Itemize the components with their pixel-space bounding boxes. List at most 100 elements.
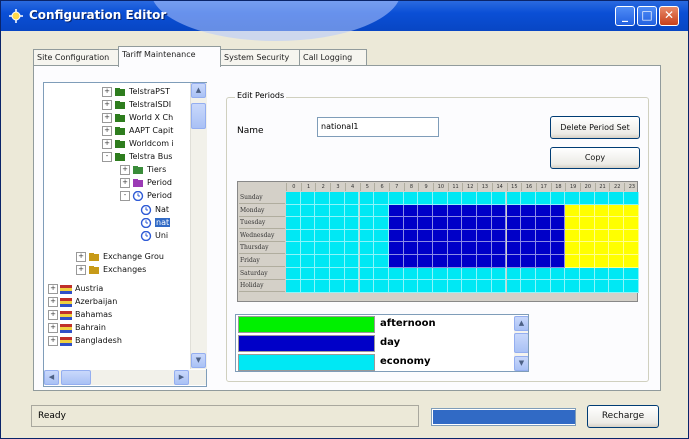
period-cell[interactable] <box>403 204 419 218</box>
period-cell[interactable] <box>550 192 566 205</box>
period-cell[interactable] <box>624 280 639 293</box>
tab-site-configuration[interactable]: Site Configuration <box>33 49 119 66</box>
tree-item[interactable]: + Exchange Grou <box>76 250 164 263</box>
expand-icon[interactable]: + <box>48 335 58 346</box>
scroll-thumb[interactable] <box>191 103 206 129</box>
period-cell[interactable] <box>359 204 375 218</box>
period-cell[interactable] <box>433 192 448 205</box>
period-cell[interactable] <box>447 255 463 268</box>
period-cell[interactable] <box>418 229 433 243</box>
period-cell[interactable] <box>330 229 345 243</box>
period-cell[interactable] <box>388 280 404 293</box>
period-cell[interactable] <box>580 255 595 268</box>
period-cell[interactable] <box>403 217 419 230</box>
period-cell[interactable] <box>433 217 448 230</box>
period-cell[interactable] <box>359 192 375 205</box>
period-cell[interactable] <box>330 204 345 218</box>
tree-item[interactable]: + Period <box>120 176 172 189</box>
period-cell[interactable] <box>344 229 360 243</box>
period-cell[interactable] <box>594 192 610 205</box>
period-cell[interactable] <box>418 192 433 205</box>
expand-icon[interactable]: + <box>102 125 112 136</box>
period-cell[interactable] <box>550 280 566 293</box>
period-cell[interactable] <box>403 242 419 255</box>
period-cell[interactable] <box>315 267 331 281</box>
period-cell[interactable] <box>609 242 625 255</box>
period-cell[interactable] <box>535 242 551 255</box>
period-list-item[interactable]: afternoon <box>237 316 513 334</box>
tree-item[interactable]: + TelstraPST <box>102 85 170 98</box>
collapse-icon[interactable]: - <box>120 190 130 201</box>
period-cell[interactable] <box>609 280 625 293</box>
period-cell[interactable] <box>506 267 522 281</box>
period-cell[interactable] <box>609 192 625 205</box>
period-cell[interactable] <box>374 255 389 268</box>
period-cell[interactable] <box>359 242 375 255</box>
period-cell[interactable] <box>286 242 301 255</box>
list-scroll-thumb[interactable] <box>514 333 528 353</box>
period-cell[interactable] <box>300 267 316 281</box>
tree-item[interactable]: + Tiers <box>120 163 166 176</box>
period-cell[interactable] <box>594 267 610 281</box>
period-cell[interactable] <box>388 204 404 218</box>
period-cell[interactable] <box>403 267 419 281</box>
period-cell[interactable] <box>462 229 478 243</box>
recharge-button[interactable]: Recharge <box>587 405 659 428</box>
period-list-scrollbar[interactable]: ▲ ▼ <box>514 316 528 371</box>
period-cell[interactable] <box>315 217 331 230</box>
scroll-left-button[interactable]: ◀ <box>44 370 59 385</box>
period-cell[interactable] <box>491 242 507 255</box>
period-cell[interactable] <box>580 229 595 243</box>
period-cell[interactable] <box>447 204 463 218</box>
tree-item[interactable]: + TelstraISDI <box>102 98 171 111</box>
period-cell[interactable] <box>580 280 595 293</box>
period-cell[interactable] <box>521 192 536 205</box>
hscroll-thumb[interactable] <box>61 370 91 385</box>
period-cell[interactable] <box>521 217 536 230</box>
title-bar[interactable]: Configuration Editor _ □ ✕ <box>1 1 688 41</box>
period-cell[interactable] <box>374 217 389 230</box>
period-cell[interactable] <box>477 204 492 218</box>
period-cell[interactable] <box>594 229 610 243</box>
period-cell[interactable] <box>286 204 301 218</box>
scroll-up-button[interactable]: ▲ <box>191 83 206 98</box>
period-cell[interactable] <box>535 267 551 281</box>
period-cell[interactable] <box>447 229 463 243</box>
scroll-down-button[interactable]: ▼ <box>191 353 206 368</box>
period-cell[interactable] <box>462 242 478 255</box>
period-cell[interactable] <box>344 280 360 293</box>
period-cell[interactable] <box>330 192 345 205</box>
period-cell[interactable] <box>286 267 301 281</box>
period-cell[interactable] <box>447 217 463 230</box>
period-cell[interactable] <box>300 192 316 205</box>
period-cell[interactable] <box>315 242 331 255</box>
minimize-button[interactable]: _ <box>615 6 635 26</box>
period-cell[interactable] <box>521 267 536 281</box>
period-cell[interactable] <box>388 229 404 243</box>
period-cell[interactable] <box>344 192 360 205</box>
tree-item[interactable]: + Bangladesh <box>48 334 122 347</box>
period-cell[interactable] <box>491 255 507 268</box>
period-cell[interactable] <box>580 204 595 218</box>
period-cell[interactable] <box>462 204 478 218</box>
period-cell[interactable] <box>286 192 301 205</box>
period-cell[interactable] <box>594 280 610 293</box>
period-cell[interactable] <box>565 280 580 293</box>
period-cell[interactable] <box>388 192 404 205</box>
period-cell[interactable] <box>491 267 507 281</box>
period-cell[interactable] <box>447 280 463 293</box>
period-cell[interactable] <box>374 267 389 281</box>
period-cell[interactable] <box>433 229 448 243</box>
period-cell[interactable] <box>550 217 566 230</box>
period-cell[interactable] <box>286 229 301 243</box>
period-cell[interactable] <box>506 217 522 230</box>
period-cell[interactable] <box>433 242 448 255</box>
period-cell[interactable] <box>315 280 331 293</box>
period-cell[interactable] <box>359 280 375 293</box>
period-cell[interactable] <box>330 242 345 255</box>
period-cell[interactable] <box>477 242 492 255</box>
period-cell[interactable] <box>403 255 419 268</box>
period-cell[interactable] <box>624 192 639 205</box>
period-cell[interactable] <box>609 255 625 268</box>
period-cell[interactable] <box>330 280 345 293</box>
